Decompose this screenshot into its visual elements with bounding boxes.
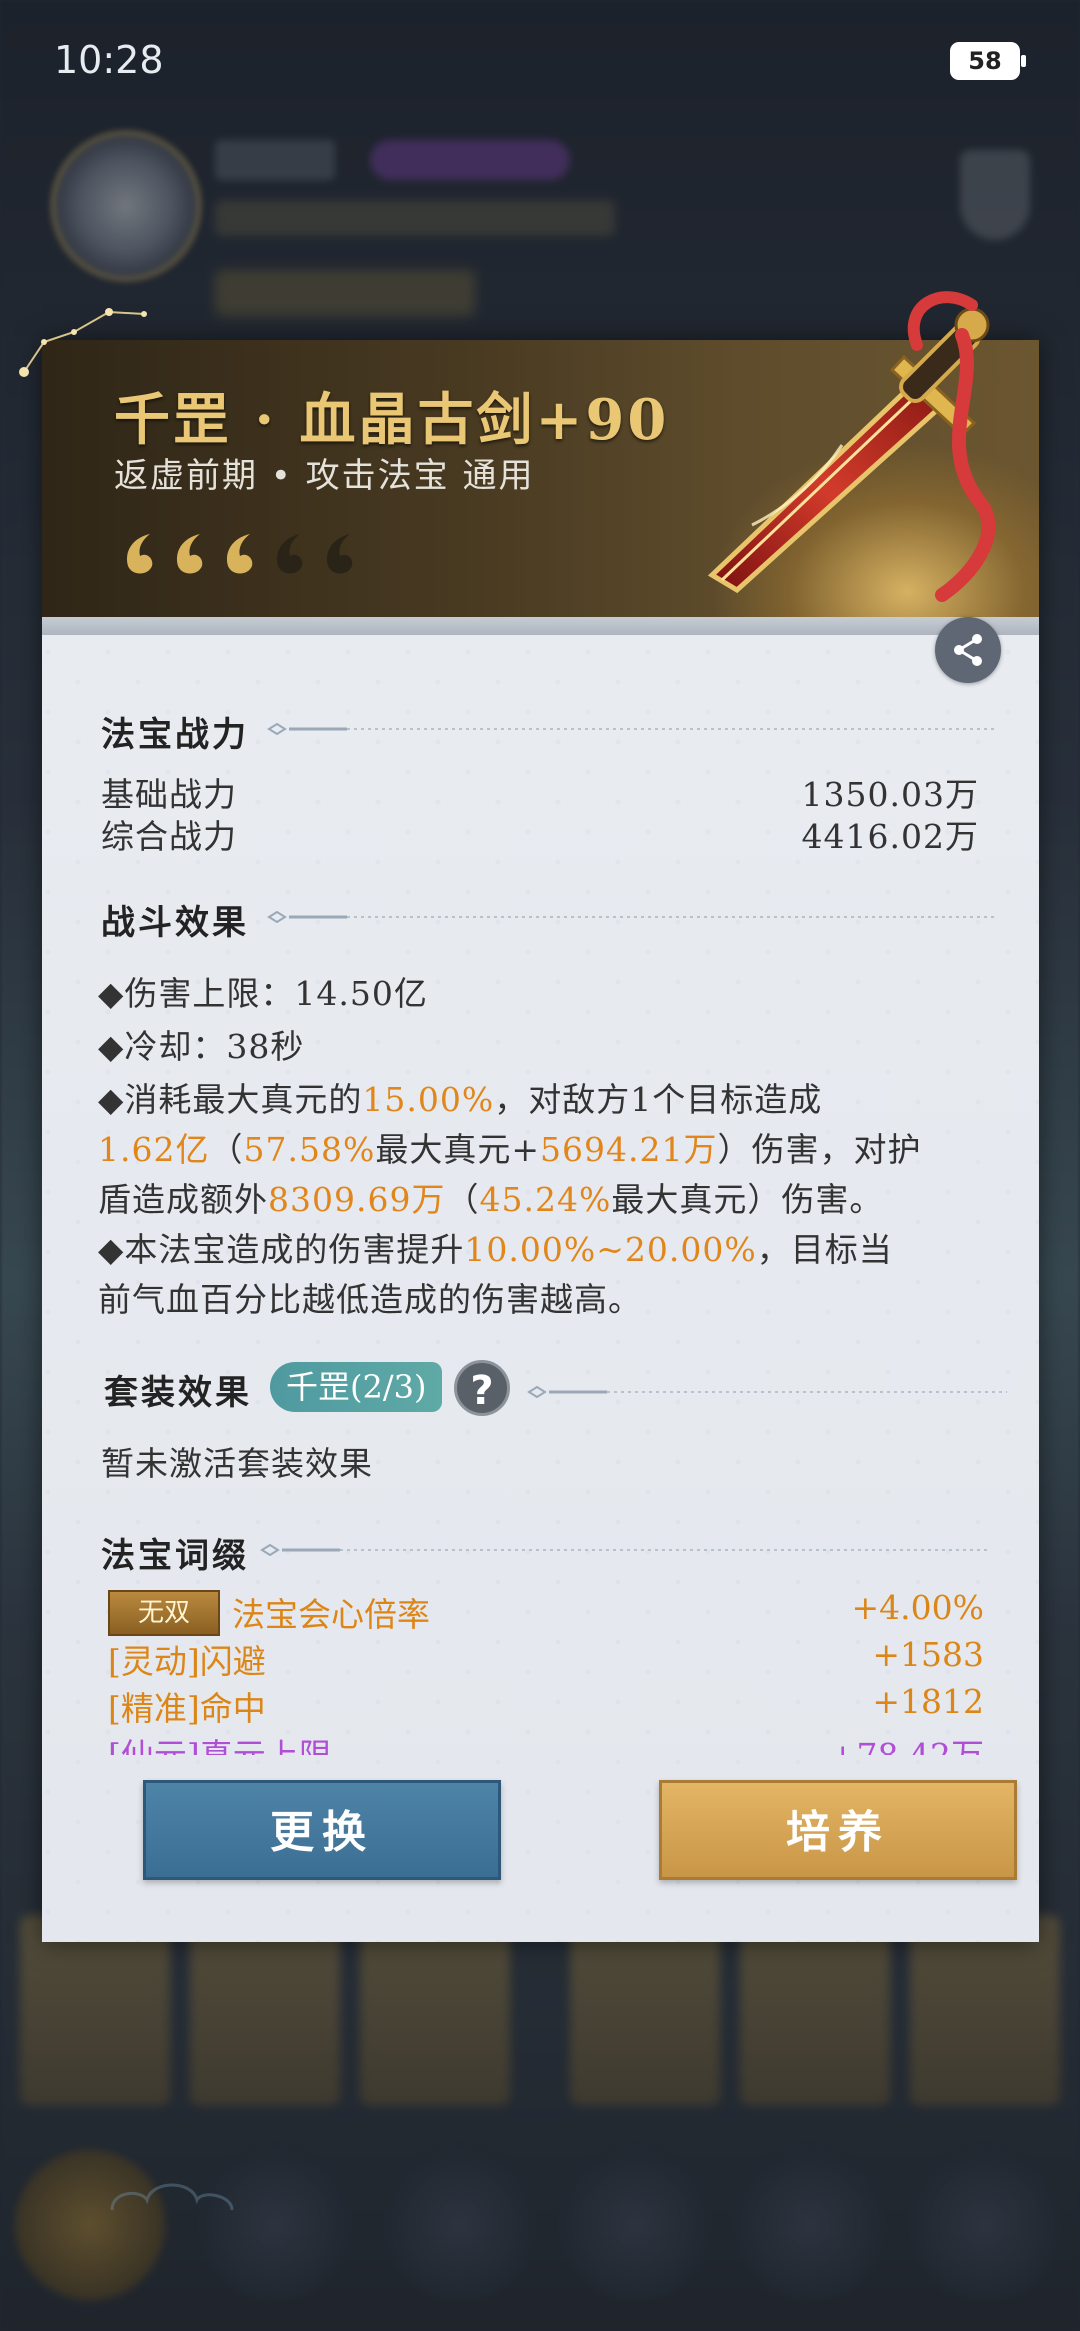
effect-text: ，目标当 (756, 1230, 893, 1269)
star-rating (120, 530, 362, 578)
status-time: 10:28 (54, 38, 164, 82)
star-empty-icon (326, 534, 353, 574)
effect-text: ◆消耗最大真元的 (98, 1080, 363, 1119)
base-power-value: 1350.03万 (801, 775, 979, 814)
total-power-value: 4416.02万 (801, 817, 979, 856)
effect-line: 盾造成额外8309.69万（45.24%最大真元）伤害。 (98, 1173, 883, 1221)
set-description: 暂未激活套装效果 (101, 1444, 373, 1483)
effect-text: ）伤害，对护 (717, 1130, 922, 1169)
train-button[interactable]: 培养 (659, 1780, 1017, 1880)
star-icon (126, 534, 153, 574)
section-divider (260, 1544, 990, 1556)
effect-line: 1.62亿（57.58%最大真元+5694.21万）伤害，对护 (98, 1123, 921, 1171)
set-chip[interactable]: 千罡(2/3) (270, 1362, 443, 1412)
affix-row: [仙元]真元上限 +78.42万 (108, 1729, 984, 1755)
constellation-decoration (19, 308, 147, 377)
affix-value: +4.00% (851, 1588, 984, 1627)
affix-name: [精准]命中 (108, 1689, 266, 1728)
sword-icon (707, 291, 996, 602)
effect-line: 前气血百分比越低造成的伤害越高。 (98, 1280, 642, 1319)
cooldown: ◆冷却：38秒 (98, 1027, 305, 1066)
affix-row: [精准]命中 +1812 (108, 1682, 984, 1729)
section-divider (267, 723, 997, 735)
effect-text: （ (209, 1130, 244, 1169)
effect-text: ◆本法宝造成的伤害提升 (98, 1230, 465, 1269)
damage-cap: ◆伤害上限：14.50亿 (98, 974, 428, 1013)
effect-value: 8309.69万 (268, 1180, 446, 1219)
total-power-label: 综合战力 (101, 817, 237, 856)
effect-value: 5694.21万 (539, 1130, 718, 1169)
effect-text: ，对敌方1个目标造成 (494, 1080, 823, 1119)
section-divider (527, 1386, 1007, 1398)
cloud-decoration (110, 2183, 234, 2211)
set-section-title: 套装效果 (104, 1373, 252, 1413)
affix-name: 法宝会心倍率 (232, 1595, 430, 1634)
combat-section-title: 战斗效果 (101, 903, 249, 943)
treasure-detail-panel: 千罡 · 血晶古剑+90 返虚前期 • 攻击法宝 通用 法宝战力 基础战力 13… (19, 291, 1039, 2211)
affix-value: +1583 (872, 1635, 984, 1674)
affix-row: [灵动]闪避 +1583 (108, 1635, 984, 1682)
share-button[interactable] (935, 617, 1001, 683)
change-button[interactable]: 更换 (143, 1780, 501, 1880)
help-button[interactable]: ? (454, 1360, 510, 1416)
affix-row: 无双 法宝会心倍率 +4.00% (108, 1588, 984, 1636)
effect-value: 1.62亿 (98, 1130, 210, 1169)
affix-section-title: 法宝词缀 (101, 1536, 249, 1576)
treasure-title: 千罡 · 血晶古剑+90 (114, 387, 670, 453)
star-icon (176, 534, 203, 574)
battery-icon: 58 (950, 42, 1026, 80)
effect-text: 最大真元+ (375, 1130, 540, 1169)
affix-name: [仙元]真元上限 (108, 1729, 332, 1755)
star-icon (226, 534, 253, 574)
effect-value: 10.00%~20.00% (464, 1230, 757, 1269)
power-section-title: 法宝战力 (101, 715, 249, 755)
effect-line: ◆本法宝造成的伤害提升10.00%~20.00%，目标当 (98, 1223, 893, 1271)
affix-value: +78.42万 (829, 1729, 984, 1755)
star-empty-icon (276, 534, 303, 574)
affix-name-wrap: 无双 法宝会心倍率 (108, 1588, 430, 1636)
effect-value: 45.24% (479, 1180, 612, 1219)
effect-line: ◆消耗最大真元的15.00%，对敌方1个目标造成 (98, 1073, 822, 1121)
treasure-subtitle: 返虚前期 • 攻击法宝 通用 (114, 456, 535, 496)
wushuang-tag: 无双 (108, 1590, 220, 1636)
affix-value: +1812 (872, 1682, 984, 1721)
effect-value: 57.58% (243, 1130, 376, 1169)
section-divider (267, 911, 997, 923)
share-icon (954, 634, 982, 666)
base-power-label: 基础战力 (101, 775, 237, 814)
effect-text: 盾造成额外 (98, 1180, 268, 1219)
effect-value: 15.00% (362, 1080, 495, 1119)
affix-list[interactable]: 无双 法宝会心倍率 +4.00% [灵动]闪避 +1583 [精准]命中 +181… (108, 1588, 984, 1755)
affix-name: [灵动]闪避 (108, 1642, 266, 1681)
effect-text: 最大真元）伤害。 (611, 1180, 884, 1219)
effect-text: （ (445, 1180, 480, 1219)
